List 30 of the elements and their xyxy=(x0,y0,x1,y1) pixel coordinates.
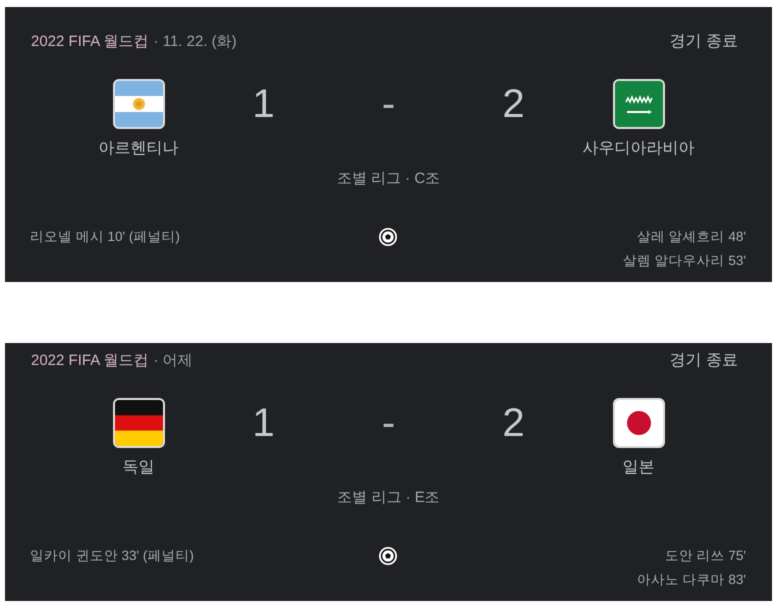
competition-link[interactable]: 2022 FIFA 월드컵 xyxy=(31,31,149,53)
goal-scorer: 살렘 알다우사리 53' xyxy=(622,252,746,270)
stage-label: 조별 리그 · C조 xyxy=(336,169,440,189)
score-separator: - xyxy=(382,400,396,446)
home-score: 1 xyxy=(252,400,275,446)
goal-scorer: 아사노 다쿠마 83' xyxy=(636,571,746,589)
goal-scorer: 도안 리쓰 75' xyxy=(664,547,746,565)
match-date: · 11. 22. (화) xyxy=(154,32,237,52)
goal-scorer: 리오넬 메시 10' (페널티) xyxy=(30,228,180,246)
away-score: 2 xyxy=(502,400,525,446)
match-status: 경기 종료 xyxy=(670,32,738,52)
goal-scorer: 살레 알셰흐리 48' xyxy=(636,228,746,246)
score-separator: - xyxy=(382,81,396,127)
home-score: 1 xyxy=(252,81,275,127)
flag-icon xyxy=(112,398,164,448)
team-name: 독일 xyxy=(122,458,154,478)
stage-label: 조별 리그 · E조 xyxy=(337,488,440,508)
flag-icon xyxy=(112,79,164,129)
soccer-ball-icon xyxy=(379,228,397,246)
match-date: · 어제 xyxy=(154,351,193,371)
away-score: 2 xyxy=(502,81,525,127)
team-name: 사우디아라비아 xyxy=(582,139,694,159)
competition-link[interactable]: 2022 FIFA 월드컵 xyxy=(31,350,149,372)
flag-icon xyxy=(612,79,664,129)
goal-scorer: 일카이 귄도안 33' (페널티) xyxy=(30,547,194,565)
team-name: 아르헨티나 xyxy=(98,139,178,159)
team-name: 일본 xyxy=(622,458,654,478)
match-status: 경기 종료 xyxy=(670,351,738,371)
soccer-ball-icon xyxy=(379,547,397,565)
flag-icon xyxy=(612,398,664,448)
